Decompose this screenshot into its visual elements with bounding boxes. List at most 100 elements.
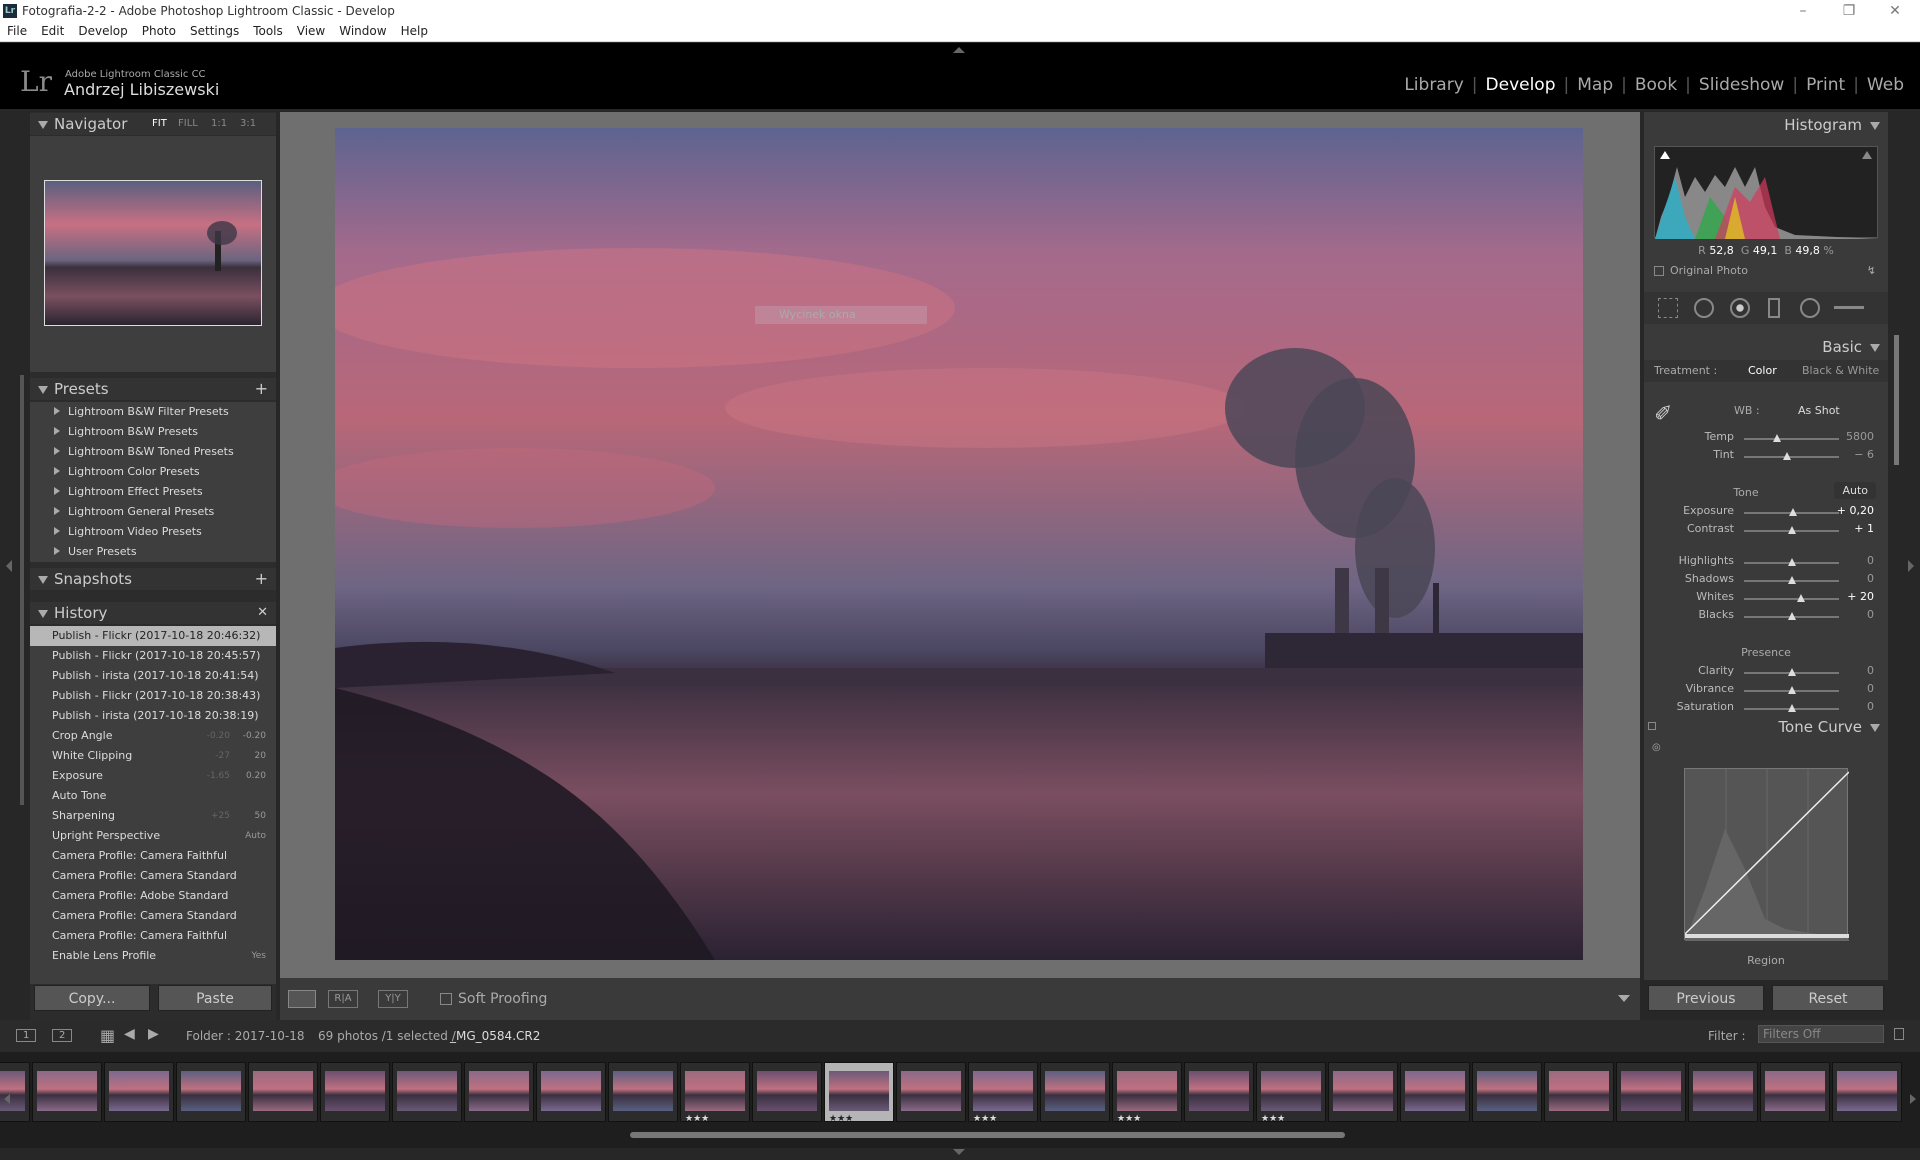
slider-contrast[interactable]: Contrast + 1 <box>1654 522 1878 540</box>
slider-track[interactable] <box>1744 598 1839 600</box>
filmstrip-thumbnail[interactable] <box>1400 1062 1470 1122</box>
navigator-thumbnail[interactable] <box>44 180 262 326</box>
right-scrollbar[interactable] <box>1894 335 1899 465</box>
slider-knob[interactable] <box>1773 434 1782 442</box>
back-arrow-icon[interactable]: ◀ <box>124 1026 135 1042</box>
slider-vibrance[interactable]: Vibrance 0 <box>1654 682 1878 700</box>
filmstrip-thumbnail[interactable] <box>1688 1062 1758 1122</box>
basic-collapse-icon[interactable] <box>1870 344 1880 352</box>
original-photo-checkbox[interactable] <box>1654 266 1664 276</box>
histogram-graph[interactable] <box>1654 146 1879 239</box>
slider-value[interactable]: + 20 <box>1830 590 1874 603</box>
auto-tone-button[interactable]: Auto <box>1834 482 1876 499</box>
module-web[interactable]: Web <box>1859 75 1912 95</box>
previous-button[interactable]: Previous <box>1648 985 1764 1011</box>
histogram-collapse-icon[interactable] <box>1870 122 1880 130</box>
filmstrip-thumbnail[interactable]: ★★★ <box>1112 1062 1182 1124</box>
red-eye-icon[interactable] <box>1730 298 1750 318</box>
filmstrip-thumbnail[interactable] <box>320 1062 390 1122</box>
graduated-filter-icon[interactable] <box>1768 298 1780 318</box>
tone-curve-graph[interactable] <box>1684 768 1850 941</box>
history-step[interactable]: White Clipping -27 20 <box>30 746 276 766</box>
history-step[interactable]: Publish - irista (2017-10-18 20:38:19) <box>30 706 276 726</box>
history-step[interactable]: Auto Tone <box>30 786 276 806</box>
slider-tint[interactable]: Tint − 6 <box>1654 448 1878 466</box>
paste-button[interactable]: Paste <box>158 985 272 1011</box>
history-step[interactable]: Publish - Flickr (2017-10-18 20:38:43) <box>30 686 276 706</box>
menu-develop[interactable]: Develop <box>71 22 134 40</box>
slider-knob[interactable] <box>1782 452 1791 460</box>
add-snapshot-icon[interactable]: + <box>255 568 268 590</box>
filmstrip-thumbnail[interactable]: ★★★ <box>968 1062 1038 1124</box>
second-window-button[interactable]: 2 <box>52 1029 73 1042</box>
history-step[interactable]: Upright Perspective Auto <box>30 826 276 846</box>
history-step[interactable]: Publish - Flickr (2017-10-18 20:45:57) <box>30 646 276 666</box>
selected-filename[interactable]: _MG_0584.CR2 <box>450 1029 540 1043</box>
snapshots-header[interactable]: Snapshots + <box>30 568 276 590</box>
tone-curve-collapse-icon[interactable] <box>1870 724 1880 732</box>
slider-value[interactable]: 0 <box>1830 700 1874 713</box>
module-develop[interactable]: Develop <box>1478 75 1564 95</box>
filmstrip-thumbnail[interactable] <box>1616 1062 1686 1122</box>
slider-knob[interactable] <box>1789 508 1798 516</box>
preset-folder[interactable]: Lightroom Video Presets <box>30 522 276 542</box>
basic-header[interactable]: Basic <box>1644 336 1888 358</box>
collapse-top-arrow-icon[interactable] <box>953 47 965 53</box>
slider-knob[interactable] <box>1787 526 1796 534</box>
soft-proofing-checkbox[interactable] <box>440 993 452 1005</box>
targeted-adjustment-icon[interactable]: ◎ <box>1652 742 1661 753</box>
filmstrip-scrollbar[interactable] <box>630 1132 1345 1138</box>
treatment-bw[interactable]: Black & White <box>1802 364 1879 377</box>
tone-curve-header[interactable]: Tone Curve <box>1644 716 1888 738</box>
history-step[interactable]: Sharpening +25 50 <box>30 806 276 826</box>
histogram-header[interactable]: Histogram <box>1644 114 1888 136</box>
presets-header[interactable]: Presets + <box>30 378 276 400</box>
filmstrip-thumbnail[interactable] <box>248 1062 318 1122</box>
maximize-icon[interactable]: ❐ <box>1826 0 1872 22</box>
menu-settings[interactable]: Settings <box>183 22 246 40</box>
main-photo[interactable]: Wycinek okna <box>335 128 1583 960</box>
history-step[interactable]: Camera Profile: Camera Faithful <box>30 926 276 946</box>
slider-knob[interactable] <box>1787 668 1796 676</box>
filmstrip-thumbnail[interactable] <box>1040 1062 1110 1122</box>
filter-select[interactable]: Filters Off <box>1758 1025 1884 1043</box>
menu-file[interactable]: File <box>0 22 34 40</box>
shadow-clipping-icon[interactable] <box>1660 151 1670 159</box>
navigator-header[interactable]: Navigator FIT FILL 1:1 3:1 <box>30 113 276 135</box>
slider-blacks[interactable]: Blacks 0 <box>1654 608 1878 626</box>
filmstrip-thumbnail[interactable] <box>1472 1062 1542 1122</box>
filmstrip-thumbnail[interactable] <box>104 1062 174 1122</box>
preset-folder[interactable]: Lightroom Color Presets <box>30 462 276 482</box>
add-preset-icon[interactable]: + <box>255 378 268 400</box>
zoom-fit[interactable]: FIT <box>152 113 167 135</box>
copy-button[interactable]: Copy... <box>34 985 150 1011</box>
menu-tools[interactable]: Tools <box>246 22 290 40</box>
slider-knob[interactable] <box>1787 704 1796 712</box>
minimize-icon[interactable]: – <box>1780 0 1826 22</box>
filmstrip-thumbnail[interactable] <box>176 1062 246 1122</box>
crop-overlay-icon[interactable] <box>1658 298 1678 318</box>
filmstrip-thumbnail[interactable] <box>1760 1062 1830 1122</box>
filmstrip-thumbnail[interactable]: ★★★ <box>824 1062 894 1124</box>
history-step[interactable]: Exposure -1.65 0.20 <box>30 766 276 786</box>
slider-value[interactable]: 0 <box>1830 682 1874 695</box>
slider-value[interactable]: 0 <box>1830 664 1874 677</box>
slider-value[interactable]: 0 <box>1830 554 1874 567</box>
filmstrip-thumbnail[interactable] <box>536 1062 606 1122</box>
forward-arrow-icon[interactable]: ▶ <box>148 1026 159 1042</box>
toolbar-menu-icon[interactable] <box>1618 995 1630 1002</box>
menu-photo[interactable]: Photo <box>135 22 183 40</box>
folder-source[interactable]: Folder : 2017-10-18 <box>186 1029 305 1043</box>
slider-knob[interactable] <box>1787 686 1796 694</box>
zoom-3-1[interactable]: 3:1 <box>240 113 256 135</box>
slider-value[interactable]: 0 <box>1830 608 1874 621</box>
slider-shadows[interactable]: Shadows 0 <box>1654 572 1878 590</box>
slider-track[interactable] <box>1744 456 1839 458</box>
filmstrip-thumbnail[interactable] <box>1832 1062 1902 1122</box>
grid-view-icon[interactable]: ▦ <box>100 1026 115 1045</box>
slider-value[interactable]: 5800 <box>1830 430 1874 443</box>
slider-knob[interactable] <box>1797 594 1805 602</box>
treatment-color[interactable]: Color <box>1748 364 1777 377</box>
preset-folder[interactable]: User Presets <box>30 542 276 562</box>
history-step[interactable]: Camera Profile: Camera Standard <box>30 866 276 886</box>
